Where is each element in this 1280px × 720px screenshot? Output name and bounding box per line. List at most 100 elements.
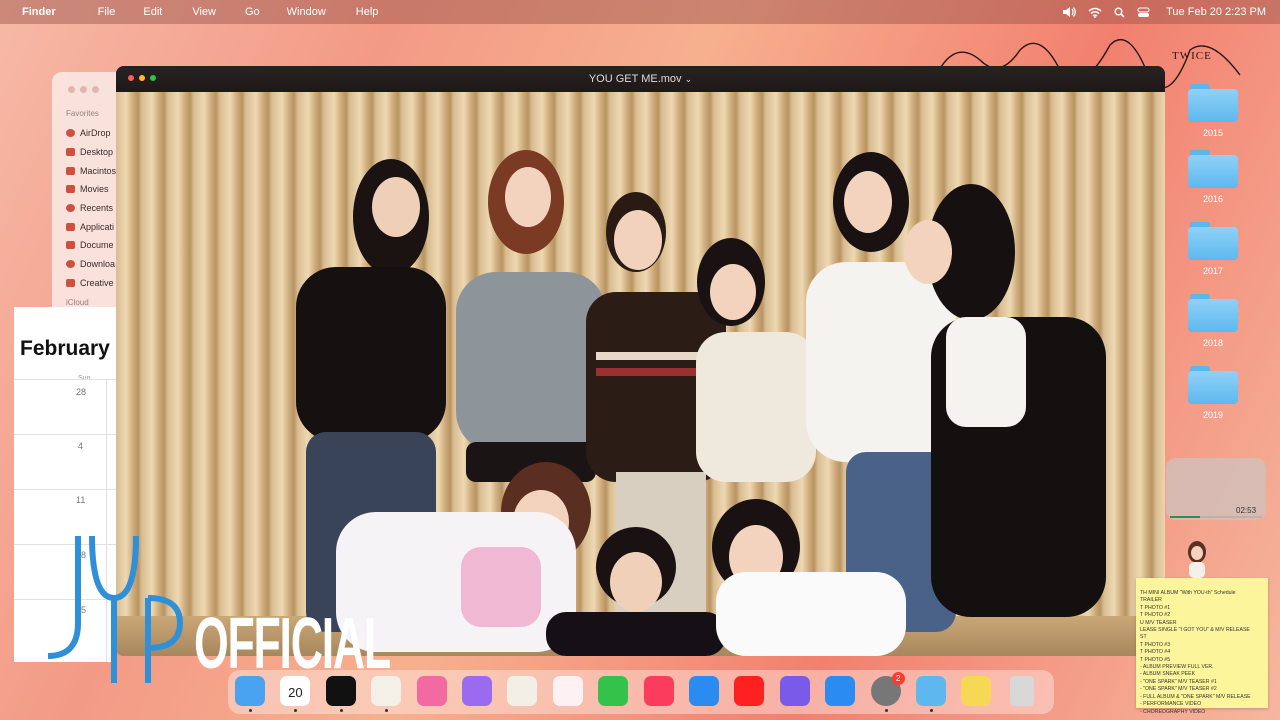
dock-running-indicator [339, 709, 343, 712]
dock-running-indicator [930, 709, 933, 712]
group-photo-figures [296, 150, 1106, 656]
dock-running-indicator [884, 709, 888, 712]
dock-facetime-icon[interactable] [598, 676, 629, 706]
calendar-day[interactable]: 11 [76, 495, 85, 505]
desktop-folder-2017[interactable]: 2017 [1178, 222, 1248, 276]
sidebar-item-recents[interactable]: Recents [66, 199, 121, 218]
dock-youtube-icon[interactable] [734, 676, 765, 706]
menu-edit[interactable]: Edit [143, 6, 162, 18]
download-icon [66, 260, 75, 269]
folder-icon [66, 278, 75, 287]
sticky-line: LEASE SINGLE "I GOT YOU" & M/V RELEASE [1140, 627, 1250, 634]
calendar-divider [14, 379, 116, 380]
sticky-line: ST [1140, 634, 1147, 641]
dock-w-app-icon[interactable] [552, 676, 583, 706]
menu-help[interactable]: Help [356, 6, 379, 18]
control-center-icon[interactable] [1137, 7, 1150, 18]
dock-running-indicator [294, 709, 298, 712]
sticky-line: TH MINI ALBUM "With YOU-th" Schedule [1140, 590, 1236, 596]
desktop-icon [66, 148, 75, 157]
dock-folder-icon[interactable] [916, 676, 946, 706]
sticky-line: U M/V TEASER [1140, 619, 1177, 626]
finder-sidebar-list: AirDrop Desktop Macintosh Movies Recents… [66, 124, 121, 292]
sticky-line: - ALBUM PREVIEW FULL VER. [1140, 664, 1214, 671]
notification-badge: 2 [891, 672, 905, 685]
sidebar-item-applications[interactable]: Applicati [66, 217, 121, 236]
calendar-day[interactable]: 4 [78, 441, 83, 451]
menu-view[interactable]: View [192, 6, 216, 18]
sticky-line: T PHOTO #3 [1140, 641, 1171, 648]
dock-siri-icon[interactable] [462, 676, 492, 706]
volume-icon[interactable] [1062, 6, 1076, 18]
folder-icon [1188, 84, 1238, 122]
menu-bar: Finder File Edit View Go Window Help Tue… [0, 0, 1280, 24]
sticky-line: - "ONE SPARK" M/V TEASER #2 [1140, 686, 1217, 693]
desktop-folder-2015[interactable]: 2015 [1178, 84, 1248, 138]
official-watermark-text: OFFICIAL [194, 604, 391, 684]
desktop-folder-2016[interactable]: 2016 [1178, 150, 1248, 204]
calendar-divider [14, 489, 116, 490]
sidebar-item-airdrop[interactable]: AirDrop [66, 124, 121, 143]
applications-icon [66, 222, 75, 231]
sticky-line: - PERFORMANCE VIDEO [1140, 701, 1202, 708]
calendar-divider [14, 434, 116, 435]
calendar-month-title: February [20, 337, 110, 360]
menu-clock[interactable]: Tue Feb 20 2:23 PM [1166, 6, 1266, 18]
sticky-line: - FULL ALBUM & "ONE SPARK" M/V RELEASE [1140, 693, 1251, 700]
finder-window-controls[interactable] [68, 86, 99, 93]
sidebar-item-documents[interactable]: Docume [66, 236, 121, 255]
sticky-line: - CHOREOGRAPHY VIDEO [1140, 708, 1206, 715]
player-title[interactable]: YOU GET ME.mov ⌄ [116, 66, 1165, 92]
sticky-line: T PHOTO #2 [1140, 612, 1171, 619]
video-player-window: YOU GET ME.mov ⌄ [116, 66, 1165, 656]
menu-file[interactable]: File [98, 6, 116, 18]
dock-monitor-icon[interactable] [507, 676, 538, 706]
sidebar-item-creative[interactable]: Creative [66, 274, 121, 293]
sticky-note-lines: TH MINI ALBUM "With YOU-th" Schedule TRA… [1136, 578, 1268, 716]
sidebar-item-movies[interactable]: Movies [66, 180, 121, 199]
dock-music-icon[interactable] [643, 676, 674, 706]
character-sticker-icon [1188, 541, 1206, 578]
dock-trash-icon[interactable] [1009, 676, 1034, 706]
folder-icon [1188, 150, 1238, 188]
sticky-line: T PHOTO #1 [1140, 604, 1171, 611]
menu-go[interactable]: Go [245, 6, 260, 18]
sticky-line: - "ONE SPARK" M/V TEASER #1 [1140, 678, 1217, 685]
music-widget[interactable]: 02:53 [1166, 458, 1266, 520]
dock-running-indicator [385, 709, 389, 712]
dock-running-indicator [249, 709, 252, 712]
calendar-day[interactable]: 28 [76, 387, 86, 397]
dock-safari-icon[interactable] [689, 676, 719, 706]
dock-system-settings-icon[interactable]: 2 [870, 672, 905, 706]
music-elapsed-time: 02:53 [1236, 506, 1257, 515]
folder-icon [1188, 366, 1238, 404]
menu-window[interactable]: Window [287, 6, 326, 18]
sticky-line: T PHOTO #4 [1140, 649, 1171, 656]
wifi-icon[interactable] [1088, 7, 1102, 18]
sidebar-item-downloads[interactable]: Downloa [66, 255, 121, 274]
dock-app-store-icon[interactable] [825, 676, 856, 706]
desktop-folder-2019[interactable]: 2019 [1178, 366, 1248, 420]
video-frame[interactable] [116, 92, 1165, 656]
twice-logo-text: TWICE [1172, 50, 1212, 62]
favorites-header: Favorites [66, 109, 99, 118]
folder-icon [1188, 222, 1238, 260]
dock-calendar-day: 20 [288, 685, 303, 700]
search-icon[interactable] [1114, 7, 1125, 18]
film-icon [66, 185, 75, 194]
disk-icon [66, 166, 75, 175]
dock-camera-app-icon[interactable] [416, 676, 447, 706]
sticky-note-schedule[interactable]: TH MINI ALBUM "With YOU-th" Schedule TRA… [1136, 541, 1268, 715]
dock-notes-icon[interactable] [961, 676, 992, 706]
sidebar-item-macintosh[interactable]: Macintosh [66, 161, 121, 180]
clock-icon [66, 204, 75, 213]
document-icon [66, 241, 75, 250]
sidebar-item-desktop[interactable]: Desktop [66, 143, 121, 162]
folder-icon [1188, 294, 1238, 332]
menu-finder[interactable]: Finder [22, 6, 56, 18]
sticky-line: - ALBUM SNEAK PEEK [1140, 671, 1196, 678]
desktop-folder-2018[interactable]: 2018 [1178, 294, 1248, 348]
jyp-logo-icon [47, 535, 184, 683]
dock-podcast-icon[interactable] [779, 676, 810, 706]
sticky-line: T PHOTO #5 [1140, 656, 1171, 663]
